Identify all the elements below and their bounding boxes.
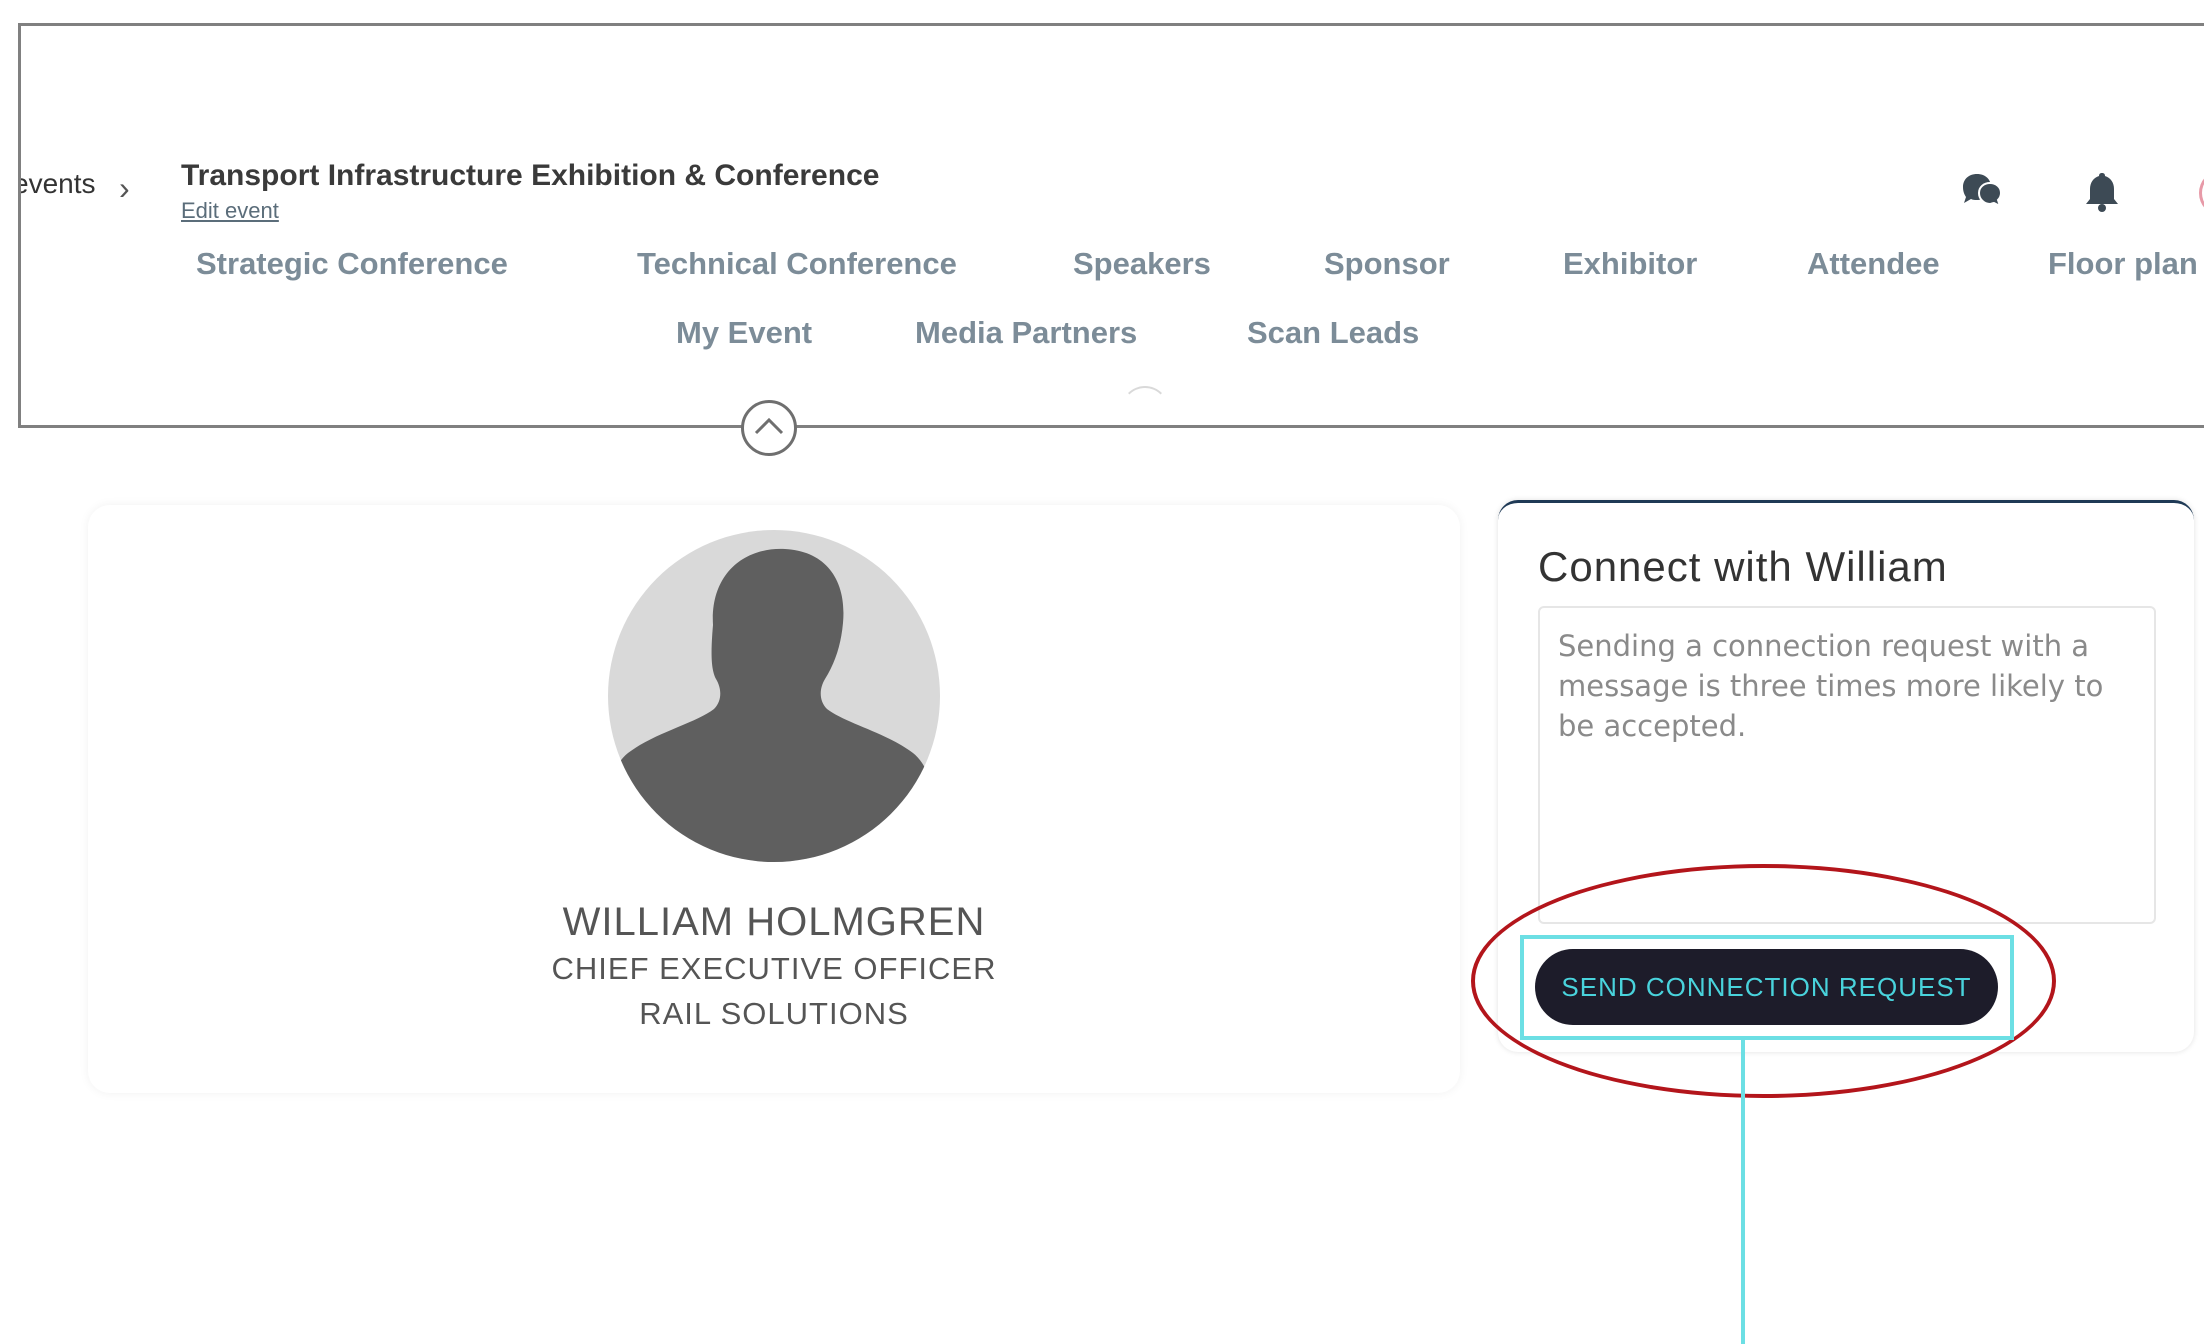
nav-exhibitor[interactable]: Exhibitor [1563, 246, 1697, 282]
event-title: Transport Infrastructure Exhibition & Co… [181, 159, 880, 192]
nav-scan-leads[interactable]: Scan Leads [1247, 315, 1419, 351]
avatar[interactable] [2199, 171, 2204, 215]
avatar-placeholder [608, 530, 940, 862]
annotation-pointer-line [1741, 1040, 1745, 1344]
connection-message-input[interactable] [1538, 606, 2156, 924]
connect-title: Connect with William [1538, 543, 1948, 590]
chat-icon[interactable] [1957, 169, 2003, 215]
nav-sponsor[interactable]: Sponsor [1324, 246, 1450, 282]
chevron-right-icon: › [119, 170, 130, 206]
bell-icon[interactable] [2079, 169, 2125, 215]
event-header: events › Transport Infrastructure Exhibi… [18, 23, 2204, 428]
chevron-up-icon [754, 417, 784, 435]
send-connection-request-button[interactable]: SEND CONNECTION REQUEST [1535, 949, 1998, 1025]
nav-my-event[interactable]: My Event [676, 315, 812, 351]
profile-card: WILLIAM HOLMGREN CHIEF EXECUTIVE OFFICER… [88, 505, 1460, 1093]
collapse-button[interactable] [741, 400, 797, 456]
nav-attendee[interactable]: Attendee [1807, 246, 1940, 282]
nav-technical-conference[interactable]: Technical Conference [637, 246, 957, 282]
breadcrumb-events[interactable]: events [21, 168, 96, 200]
nav-floor-plan[interactable]: Floor plan [2048, 246, 2198, 282]
loading-arc [1121, 386, 1169, 425]
person-name: WILLIAM HOLMGREN [562, 900, 986, 944]
person-company: RAIL SOLUTIONS [639, 996, 909, 1031]
edit-event-link[interactable]: Edit event [181, 198, 279, 224]
nav-media-partners[interactable]: Media Partners [915, 315, 1137, 351]
person-silhouette-icon [608, 548, 940, 862]
nav-speakers[interactable]: Speakers [1073, 246, 1211, 282]
nav-strategic-conference[interactable]: Strategic Conference [196, 246, 508, 282]
person-role: CHIEF EXECUTIVE OFFICER [551, 951, 997, 986]
